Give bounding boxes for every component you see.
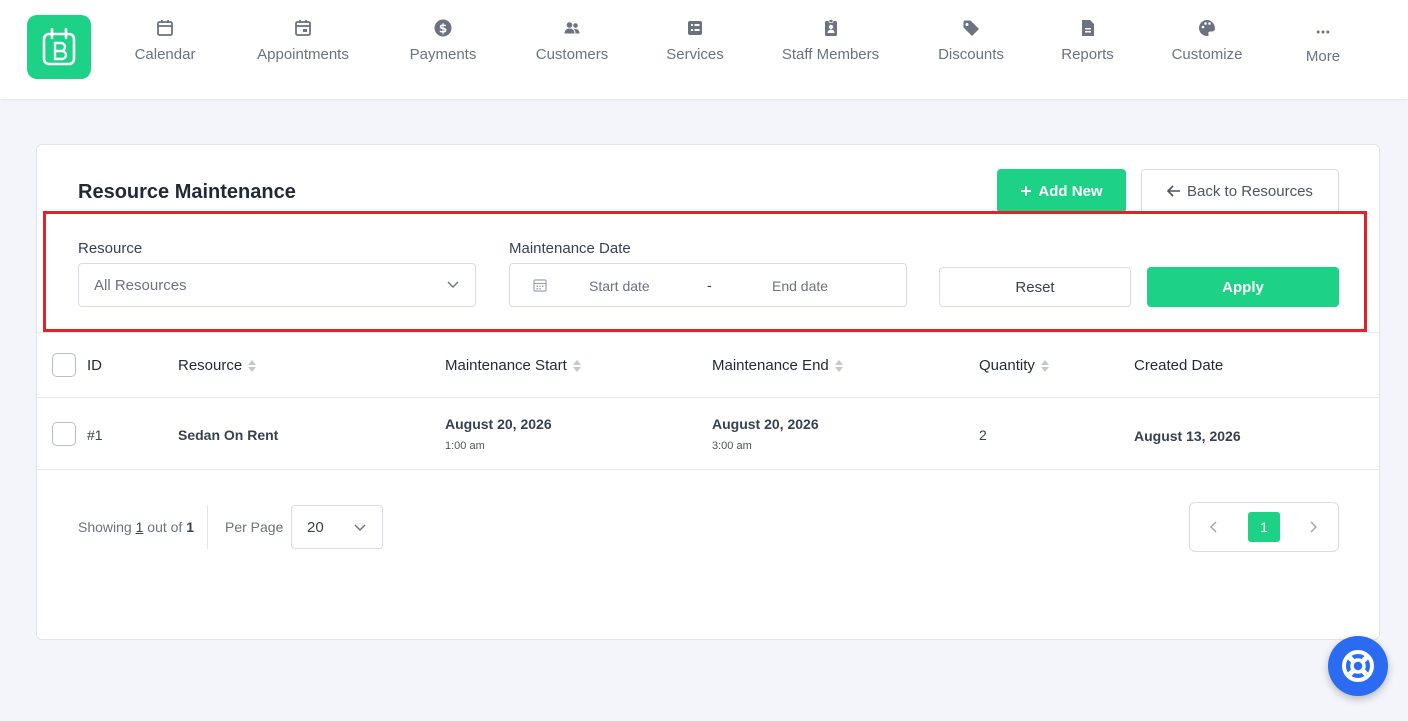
- resource-select-value: All Resources: [94, 276, 187, 294]
- top-navigation-bar: Calendar Appointments $ Payments Custome…: [0, 0, 1408, 99]
- nav-label: Payments: [409, 46, 477, 63]
- row-checkbox[interactable]: [52, 422, 76, 446]
- calendar-check-icon: [295, 20, 311, 36]
- nav-label: Customize: [1171, 46, 1243, 63]
- chevron-right-icon[interactable]: [1307, 520, 1319, 534]
- more-dots-icon: [1316, 30, 1330, 34]
- row-start-date: August 20, 2026: [445, 416, 552, 432]
- footer-divider: [207, 505, 208, 549]
- showing-count: 1: [135, 519, 144, 535]
- column-label: Created Date: [1134, 357, 1224, 374]
- nav-label: Services: [666, 46, 724, 63]
- nav-label: More: [1305, 48, 1341, 65]
- resource-filter-label: Resource: [78, 240, 143, 257]
- resource-maintenance-card: Resource Maintenance Add New Back to Res…: [36, 144, 1380, 640]
- date-separator: -: [707, 277, 712, 293]
- showing-summary: Showing 1 out of 1: [78, 519, 194, 535]
- pagination: 1: [1189, 502, 1339, 552]
- resource-select[interactable]: All Resources: [78, 263, 476, 307]
- nav-more[interactable]: More: [1303, 24, 1343, 65]
- column-header-quantity[interactable]: Quantity: [979, 357, 1049, 374]
- column-header-created-date: Created Date: [1134, 357, 1223, 374]
- nav-customize[interactable]: Customize: [1169, 18, 1245, 63]
- nav-appointments[interactable]: Appointments: [252, 18, 354, 63]
- nav-label: Reports: [1061, 46, 1114, 63]
- column-header-maintenance-start[interactable]: Maintenance Start: [445, 357, 581, 374]
- sort-icon[interactable]: [1040, 359, 1049, 372]
- select-all-checkbox[interactable]: [52, 353, 76, 377]
- row-id: #1: [87, 427, 103, 443]
- row-end-time: 3:00 am: [712, 440, 752, 452]
- nav-discounts[interactable]: Discounts: [936, 18, 1006, 63]
- chevron-down-icon: [447, 281, 459, 288]
- back-to-resources-button[interactable]: Back to Resources: [1141, 169, 1339, 213]
- calendar-icon: [157, 20, 173, 36]
- id-badge-icon: [824, 19, 837, 36]
- nav-customers[interactable]: Customers: [533, 18, 611, 63]
- page-button-current[interactable]: 1: [1248, 512, 1280, 542]
- list-icon: [688, 21, 702, 35]
- nav-services[interactable]: Services: [665, 18, 725, 63]
- end-date-input[interactable]: End date: [772, 278, 828, 294]
- nav-payments[interactable]: $ Payments: [407, 18, 479, 63]
- back-label: Back to Resources: [1187, 182, 1313, 200]
- dollar-circle-icon: $: [434, 19, 452, 37]
- nav-calendar[interactable]: Calendar: [131, 18, 199, 63]
- lifebuoy-icon: [1342, 650, 1374, 682]
- table-row[interactable]: #1 Sedan On Rent August 20, 2026 1:00 am…: [37, 398, 1379, 470]
- table-header: ID Resource Maintenance Start Maintenanc…: [37, 332, 1379, 398]
- showing-prefix: Showing: [78, 519, 132, 535]
- column-header-resource[interactable]: Resource: [178, 357, 257, 374]
- per-page-value: 20: [307, 519, 324, 536]
- file-icon: [1081, 20, 1094, 36]
- maintenance-date-label: Maintenance Date: [509, 240, 631, 257]
- start-date-input[interactable]: Start date: [589, 278, 650, 294]
- palette-icon: [1199, 20, 1216, 36]
- column-label: ID: [87, 357, 102, 374]
- column-label: Resource: [178, 357, 243, 374]
- sort-icon[interactable]: [572, 359, 581, 372]
- nav-label: Calendar: [134, 46, 196, 63]
- apply-button[interactable]: Apply: [1147, 267, 1339, 307]
- sort-icon[interactable]: [248, 359, 257, 372]
- column-header-maintenance-end[interactable]: Maintenance End: [712, 357, 843, 374]
- row-start-time: 1:00 am: [445, 440, 485, 452]
- help-button[interactable]: [1328, 636, 1388, 696]
- column-label: Quantity: [979, 357, 1035, 374]
- add-new-button[interactable]: Add New: [997, 169, 1126, 213]
- column-label: Maintenance End: [712, 357, 829, 374]
- page-title: Resource Maintenance: [78, 181, 296, 203]
- calendar-icon: [533, 279, 547, 292]
- nav-label: Appointments: [257, 46, 349, 63]
- nav-staff-members[interactable]: Staff Members: [779, 18, 882, 63]
- nav-label: Discounts: [938, 46, 1004, 63]
- users-icon: [564, 22, 580, 34]
- showing-total: 1: [186, 519, 194, 535]
- nav-label: Customers: [535, 46, 609, 63]
- per-page-select[interactable]: 20: [291, 505, 383, 549]
- chevron-left-icon[interactable]: [1208, 520, 1220, 534]
- reset-button[interactable]: Reset: [939, 267, 1131, 307]
- row-quantity: 2: [979, 427, 987, 443]
- logo-icon: [42, 27, 76, 66]
- nav-reports[interactable]: Reports: [1060, 18, 1115, 63]
- row-resource: Sedan On Rent: [178, 427, 279, 443]
- arrow-left-icon: [1167, 185, 1181, 197]
- app-logo[interactable]: [27, 15, 91, 79]
- row-end-date: August 20, 2026: [712, 416, 819, 432]
- nav-label: Staff Members: [781, 46, 880, 63]
- maintenance-date-range-picker[interactable]: Start date - End date: [509, 263, 907, 307]
- plus-icon: [1021, 186, 1032, 196]
- column-label: Maintenance Start: [445, 357, 567, 374]
- svg-text:$: $: [439, 22, 447, 36]
- sort-icon[interactable]: [834, 359, 843, 372]
- tag-icon: [963, 20, 979, 36]
- add-new-label: Add New: [1038, 182, 1103, 200]
- chevron-down-icon: [354, 524, 366, 531]
- showing-mid: out of: [147, 519, 183, 535]
- column-header-id: ID: [87, 357, 102, 374]
- row-created-date: August 13, 2026: [1134, 428, 1241, 444]
- per-page-label: Per Page: [225, 519, 284, 535]
